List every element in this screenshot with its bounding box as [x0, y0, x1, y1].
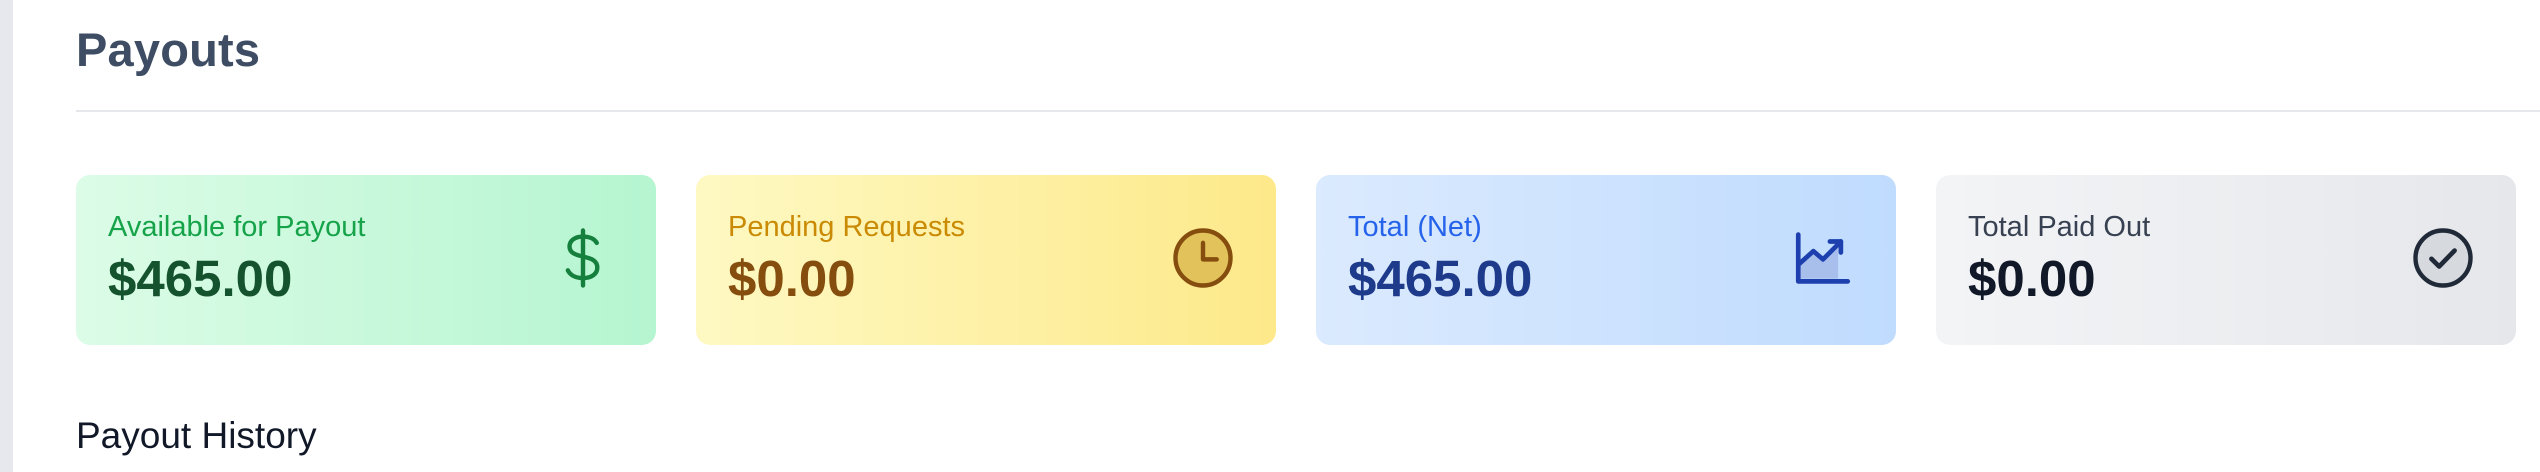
card-value: $465.00 [108, 250, 293, 307]
clock-icon [1170, 225, 1236, 291]
card-label: Total Paid Out [1968, 211, 2151, 243]
card-value: $0.00 [1968, 250, 2096, 307]
card-label: Pending Requests [728, 211, 965, 243]
left-rail [0, 0, 13, 472]
chart-trend-icon [1790, 225, 1856, 291]
card-value: $465.00 [1348, 250, 1533, 307]
total-net-card: Total (Net) $465.00 [1316, 175, 1896, 345]
card-label: Total (Net) [1348, 211, 1482, 243]
summary-cards: Available for Payout $465.00 Pending Req… [76, 175, 2540, 345]
page-title: Payouts [76, 23, 261, 76]
total-paid-out-card: Total Paid Out $0.00 [1936, 175, 2516, 345]
card-value: $0.00 [728, 250, 856, 307]
check-circle-icon [2410, 225, 2476, 291]
main-content: Payouts Available for Payout $465.00 Pen… [76, 0, 2540, 472]
card-label: Available for Payout [108, 211, 366, 243]
pending-requests-card: Pending Requests $0.00 [696, 175, 1276, 345]
payout-history-heading: Payout History [76, 415, 317, 456]
available-for-payout-card: Available for Payout $465.00 [76, 175, 656, 345]
dollar-icon [550, 225, 616, 291]
header-divider [76, 110, 2540, 112]
